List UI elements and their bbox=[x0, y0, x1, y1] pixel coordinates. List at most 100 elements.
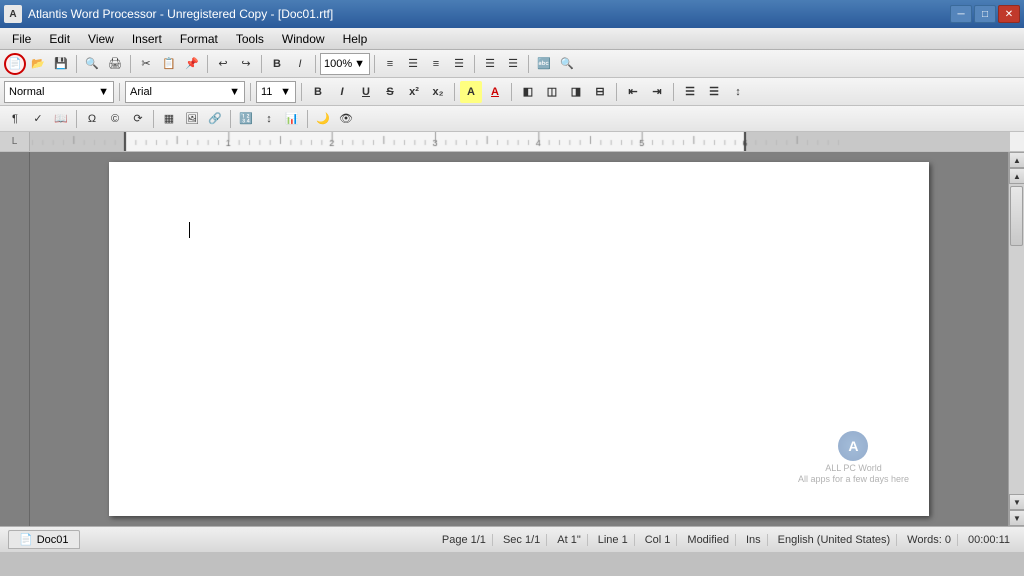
align-center-fmt-button[interactable]: ◫ bbox=[541, 81, 563, 103]
highlight-button[interactable]: A bbox=[460, 81, 482, 103]
insert-link-button[interactable]: 🔗 bbox=[204, 108, 226, 130]
numbered-list-button[interactable]: ☰ bbox=[502, 53, 524, 75]
bold-button[interactable]: B bbox=[307, 81, 329, 103]
new-button[interactable]: 📄 bbox=[4, 53, 26, 75]
sep-t3-3 bbox=[230, 110, 231, 128]
justify-button[interactable]: ☰ bbox=[448, 53, 470, 75]
undo-button[interactable]: ↩ bbox=[212, 53, 234, 75]
strikethrough-button[interactable]: S bbox=[379, 81, 401, 103]
open-button[interactable]: 📂 bbox=[27, 53, 49, 75]
zoom-dropdown[interactable]: 100% ▼ bbox=[320, 53, 370, 75]
save-button[interactable]: 💾 bbox=[50, 53, 72, 75]
scroll-top-button[interactable]: ▲ bbox=[1009, 168, 1024, 184]
text-cursor bbox=[189, 222, 190, 238]
print-preview-button[interactable]: 🔍 bbox=[81, 53, 103, 75]
menu-item-file[interactable]: File bbox=[4, 30, 39, 48]
doc-tab[interactable]: 📄 Doc01 bbox=[8, 530, 80, 549]
align-left-fmt-button[interactable]: ◧ bbox=[517, 81, 539, 103]
find-button[interactable]: 🔍 bbox=[556, 53, 578, 75]
bold-toolbar-button[interactable]: B bbox=[266, 53, 288, 75]
col-status: Col 1 bbox=[639, 534, 678, 546]
page-status: Page 1/1 bbox=[436, 534, 493, 546]
doc-tab-label: Doc01 bbox=[37, 534, 69, 546]
separator3 bbox=[207, 55, 208, 73]
scroll-thumb[interactable] bbox=[1010, 186, 1023, 246]
menu-item-format[interactable]: Format bbox=[172, 30, 226, 48]
superscript-button[interactable]: x² bbox=[403, 81, 425, 103]
left-margin bbox=[0, 152, 30, 526]
maximize-button[interactable]: □ bbox=[974, 5, 996, 23]
spell-check-button[interactable]: ✓ bbox=[27, 108, 49, 130]
separator2 bbox=[130, 55, 131, 73]
separator8 bbox=[528, 55, 529, 73]
indent-button[interactable]: ⇥ bbox=[646, 81, 668, 103]
align-left-button[interactable]: ≡ bbox=[379, 53, 401, 75]
justify-fmt-button[interactable]: ⊟ bbox=[589, 81, 611, 103]
font-color-button[interactable]: A bbox=[484, 81, 506, 103]
sort-button[interactable]: ↕ bbox=[258, 108, 280, 130]
font-dropdown[interactable]: Arial ▼ bbox=[125, 81, 245, 103]
read-mode-button[interactable]: 👁 bbox=[335, 108, 357, 130]
italic-toolbar-button[interactable]: I bbox=[289, 53, 311, 75]
separator-t2-3 bbox=[301, 83, 302, 101]
font-chevron-icon: ▼ bbox=[229, 86, 240, 98]
sec-status: Sec 1/1 bbox=[497, 534, 547, 546]
word-count-button[interactable]: 🔢 bbox=[235, 108, 257, 130]
minimize-button[interactable]: ─ bbox=[950, 5, 972, 23]
insert-image-button[interactable]: 🖼 bbox=[181, 108, 203, 130]
scroll-bottom-button[interactable]: ▼ bbox=[1009, 494, 1024, 510]
outdent-button[interactable]: ⇤ bbox=[622, 81, 644, 103]
style-chevron-icon: ▼ bbox=[98, 86, 109, 98]
scroll-up-button[interactable]: ▲ bbox=[1009, 152, 1024, 168]
thesaurus-button[interactable]: 📖 bbox=[50, 108, 72, 130]
print-button[interactable]: 🖨 bbox=[104, 53, 126, 75]
ruler-corner[interactable]: L bbox=[0, 132, 30, 151]
align-right-fmt-button[interactable]: ◨ bbox=[565, 81, 587, 103]
toolbar2: Normal ▼ Arial ▼ 11 ▼ B I U S x² x₂ A A … bbox=[0, 78, 1024, 106]
paragraph-mark-button[interactable]: ¶ bbox=[4, 108, 26, 130]
style-dropdown[interactable]: Normal ▼ bbox=[4, 81, 114, 103]
italic-button[interactable]: I bbox=[331, 81, 353, 103]
bullets-button[interactable]: ☰ bbox=[679, 81, 701, 103]
close-button[interactable]: ✕ bbox=[998, 5, 1020, 23]
symbol-button[interactable]: Ω bbox=[81, 108, 103, 130]
separator-t2-5 bbox=[511, 83, 512, 101]
list-button[interactable]: ☰ bbox=[479, 53, 501, 75]
night-mode-button[interactable]: 🌙 bbox=[312, 108, 334, 130]
paste-button[interactable]: 📌 bbox=[181, 53, 203, 75]
menu-item-tools[interactable]: Tools bbox=[228, 30, 272, 48]
align-right-button[interactable]: ≡ bbox=[425, 53, 447, 75]
menu-item-view[interactable]: View bbox=[80, 30, 122, 48]
app-icon: A bbox=[4, 5, 22, 23]
scroll-track[interactable] bbox=[1009, 184, 1024, 494]
ruler-canvas bbox=[30, 132, 1010, 151]
insert-table-button[interactable]: ▦ bbox=[158, 108, 180, 130]
scroll-down-button[interactable]: ▼ bbox=[1009, 510, 1024, 526]
numbering-button[interactable]: ☰ bbox=[703, 81, 725, 103]
spell-button[interactable]: 🔤 bbox=[533, 53, 555, 75]
separator-t2-7 bbox=[673, 83, 674, 101]
special-char-button[interactable]: © bbox=[104, 108, 126, 130]
separator7 bbox=[474, 55, 475, 73]
menu-item-edit[interactable]: Edit bbox=[41, 30, 78, 48]
autocorrect-button[interactable]: ⟳ bbox=[127, 108, 149, 130]
zoom-value: 100% bbox=[324, 58, 352, 70]
align-center-button[interactable]: ☰ bbox=[402, 53, 424, 75]
document-page[interactable]: A ALL PC World All apps for a few days h… bbox=[109, 162, 929, 516]
line-spacing-button[interactable]: ↕ bbox=[727, 81, 749, 103]
menu-item-insert[interactable]: Insert bbox=[124, 30, 170, 48]
size-dropdown[interactable]: 11 ▼ bbox=[256, 81, 296, 103]
menu-item-window[interactable]: Window bbox=[274, 30, 333, 48]
cut-button[interactable]: ✂ bbox=[135, 53, 157, 75]
menu-item-help[interactable]: Help bbox=[335, 30, 376, 48]
underline-button[interactable]: U bbox=[355, 81, 377, 103]
redo-button[interactable]: ↪ bbox=[235, 53, 257, 75]
subscript-button[interactable]: x₂ bbox=[427, 81, 449, 103]
document-area[interactable]: A ALL PC World All apps for a few days h… bbox=[30, 152, 1008, 526]
watermark: A ALL PC World All apps for a few days h… bbox=[798, 431, 909, 486]
statistics-button[interactable]: 📊 bbox=[281, 108, 303, 130]
status-bar: 📄 Doc01 Page 1/1 Sec 1/1 At 1" Line 1 Co… bbox=[0, 526, 1024, 552]
watermark-text1: ALL PC World bbox=[798, 463, 909, 475]
copy-button[interactable]: 📋 bbox=[158, 53, 180, 75]
separator-t2-1 bbox=[119, 83, 120, 101]
